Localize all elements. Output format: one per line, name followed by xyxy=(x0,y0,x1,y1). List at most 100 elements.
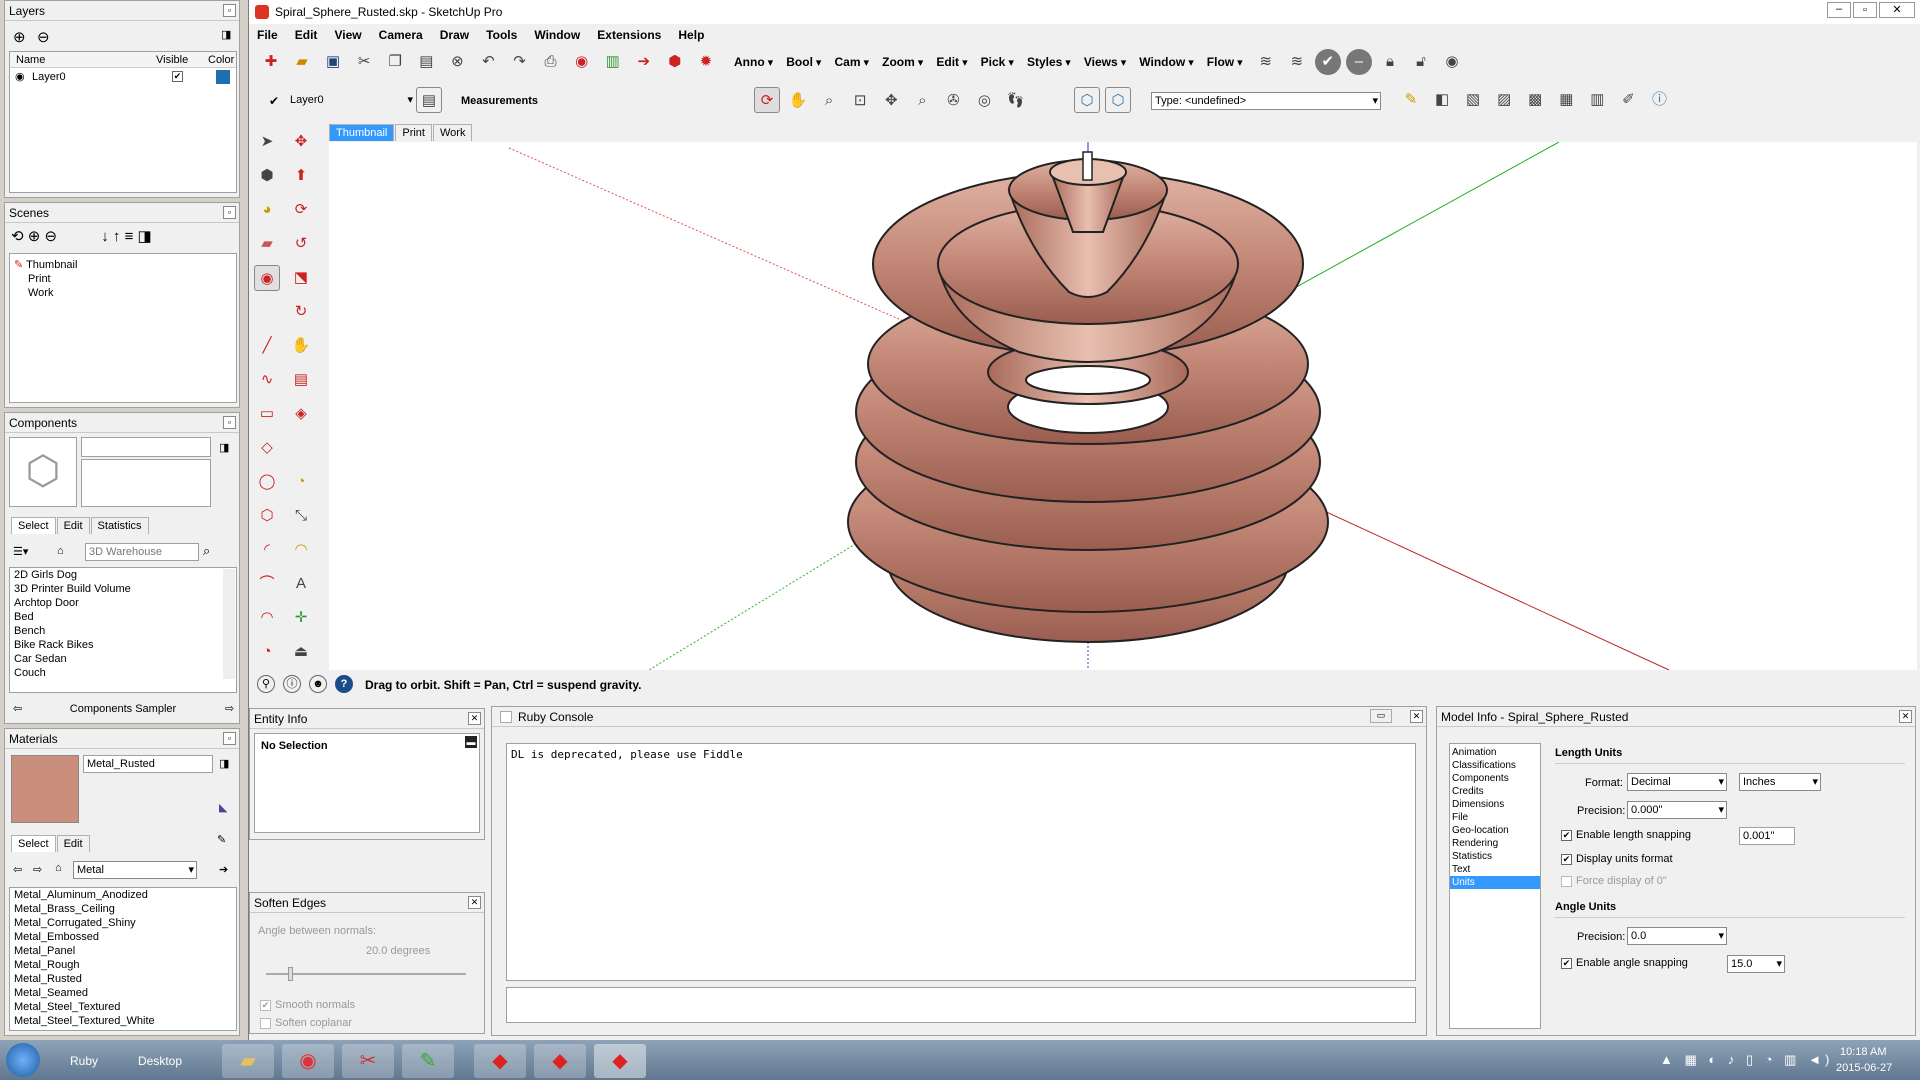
move-scene-up-icon[interactable]: ↑ xyxy=(113,228,121,245)
position-camera-icon[interactable]: ✇ xyxy=(940,88,966,114)
component-name-field[interactable] xyxy=(81,437,211,457)
scene-details-icon[interactable]: ◨ xyxy=(138,228,152,245)
xray-icon[interactable]: ◧ xyxy=(1429,87,1455,113)
tray-icons[interactable]: ▲ ▦ ◐ ♪ ▯ ◔ ▥ ◄) xyxy=(1660,1052,1833,1068)
extension-warehouse-icon[interactable]: ⬢ xyxy=(662,49,688,75)
force-zero-option[interactable]: Force display of 0" xyxy=(1561,875,1667,887)
layer-visible-checkbox[interactable]: ✔ xyxy=(172,71,183,82)
ruby-input[interactable] xyxy=(506,987,1416,1023)
edit-pencil-icon[interactable]: ✐ xyxy=(1615,87,1641,113)
maximize-button[interactable]: ▫ xyxy=(1853,2,1877,18)
length-snapping-checkbox[interactable]: ✔ xyxy=(1561,829,1572,841)
category-item[interactable]: Text xyxy=(1450,863,1540,876)
category-item[interactable]: Geo-location xyxy=(1450,824,1540,837)
select-arrow-icon[interactable]: ➤ xyxy=(254,129,280,155)
tab-statistics[interactable]: Statistics xyxy=(90,517,149,534)
collapse-icon[interactable]: ▬ xyxy=(465,736,477,748)
list-item[interactable]: Metal_Rough xyxy=(10,958,236,972)
components-scrollbar[interactable] xyxy=(223,569,235,679)
category-item[interactable]: Dimensions xyxy=(1450,798,1540,811)
layer-row[interactable]: ◉ Layer0 ✔ xyxy=(10,68,236,86)
list-item[interactable]: Metal_Aluminum_Anodized xyxy=(10,888,236,902)
close-button[interactable]: ✕ xyxy=(1879,2,1915,18)
scene-item[interactable]: ✎ Thumbnail xyxy=(10,258,236,272)
layer-color-swatch[interactable] xyxy=(216,70,230,84)
tab-select[interactable]: Select xyxy=(11,517,56,534)
tab-work[interactable]: Work xyxy=(432,124,473,141)
check-circle-icon[interactable]: ✔ xyxy=(1314,49,1341,75)
look-around-icon[interactable]: ◎ xyxy=(971,88,997,114)
format-select[interactable]: Decimal xyxy=(1627,773,1727,791)
col-visible[interactable]: Visible xyxy=(156,54,188,66)
undo-icon[interactable]: ↶ xyxy=(475,49,501,75)
unit-select[interactable]: Inches xyxy=(1739,773,1821,791)
home-icon[interactable]: ⌂ xyxy=(55,862,62,874)
active-layer-radio[interactable]: ◉ xyxy=(15,70,25,83)
col-name[interactable]: Name xyxy=(16,54,45,66)
menu-camera[interactable]: Camera xyxy=(379,28,423,42)
snipping-tool-icon[interactable]: ✂ xyxy=(342,1044,394,1078)
list-item[interactable]: Car Sedan xyxy=(10,652,236,666)
walk-icon[interactable]: 👣︎ xyxy=(1003,88,1029,114)
section-plane-icon[interactable]: ⏏ xyxy=(288,639,314,665)
scene-item[interactable]: Work xyxy=(10,286,236,300)
lock-icon[interactable]: 🔒︎ xyxy=(1377,49,1403,75)
menu-draw[interactable]: Draw xyxy=(440,28,469,42)
layer-details-icon[interactable]: ◨ xyxy=(221,28,231,41)
spiral-sphere-model[interactable] xyxy=(847,151,1329,643)
extension-manager-icon[interactable]: ✹ xyxy=(693,49,719,75)
soften-coplanar-checkbox[interactable] xyxy=(260,1017,271,1029)
persp-view-icon[interactable]: ⬡ xyxy=(1105,87,1132,113)
orbit-tool-icon[interactable]: ◉ xyxy=(254,265,280,291)
save-icon[interactable]: ▣ xyxy=(320,49,346,75)
list-item[interactable]: Metal_Embossed xyxy=(10,930,236,944)
materials-collapse-icon[interactable]: ▫ xyxy=(223,732,236,745)
list-item[interactable]: Metal_Panel xyxy=(10,944,236,958)
zoom-window-icon[interactable]: ⊡ xyxy=(847,88,873,114)
list-item[interactable]: Bed xyxy=(10,610,236,624)
monochrome-icon[interactable]: ▥ xyxy=(1584,87,1610,113)
component-details-icon[interactable]: ◨ xyxy=(219,441,229,454)
view-options-icon[interactable]: ☰▾ xyxy=(13,545,28,558)
components-collapse-icon[interactable]: ▫ xyxy=(223,416,236,429)
taskbar-desktop[interactable]: Desktop xyxy=(138,1054,182,1068)
category-item[interactable]: Credits xyxy=(1450,785,1540,798)
dropdown-styles[interactable]: Styles xyxy=(1027,55,1062,69)
create-material-icon[interactable]: ◨ xyxy=(219,757,229,770)
menu-file[interactable]: File xyxy=(257,28,278,42)
material-category-select[interactable]: Metal xyxy=(73,861,197,879)
component-description-field[interactable] xyxy=(81,459,211,507)
menu-help[interactable]: Help xyxy=(678,28,704,42)
scale-icon[interactable]: ⬔ xyxy=(288,265,314,291)
label-text-icon[interactable]: A xyxy=(288,571,314,597)
forward-arrow-icon[interactable]: ⇨ xyxy=(225,699,234,719)
orbit-icon[interactable]: ⟳ xyxy=(754,87,780,113)
list-item[interactable]: 3D Printer Build Volume xyxy=(10,582,236,596)
col-color[interactable]: Color xyxy=(208,54,234,66)
list-item[interactable]: Metal_Seamed xyxy=(10,986,236,1000)
two-point-arc-icon[interactable]: ⌒ xyxy=(254,571,280,597)
material-name-field[interactable]: Metal_Rusted xyxy=(83,755,213,773)
scenes-collapse-icon[interactable]: ▫ xyxy=(223,206,236,219)
pie-icon[interactable]: ◔ xyxy=(254,639,280,665)
menu-view[interactable]: View xyxy=(334,28,361,42)
soften-edges-close-icon[interactable]: ✕ xyxy=(468,896,481,909)
paste-icon[interactable]: ▤ xyxy=(413,49,439,75)
shaded-textures-icon[interactable]: ▦ xyxy=(1553,87,1579,113)
list-item[interactable]: Bike Rack Bikes xyxy=(10,638,236,652)
protractor-icon[interactable]: ◠ xyxy=(288,537,314,563)
shaded-icon[interactable]: ▩ xyxy=(1522,87,1548,113)
tab-edit[interactable]: Edit xyxy=(56,835,90,852)
menu-edit[interactable]: Edit xyxy=(295,28,318,42)
display-units-checkbox[interactable]: ✔ xyxy=(1561,853,1572,865)
dynamic-component-icon[interactable]: ✎ xyxy=(1398,87,1424,113)
user-icon[interactable]: ☻ xyxy=(309,675,327,693)
remove-layer-icon[interactable]: ⊖ xyxy=(37,28,50,46)
category-item[interactable]: Statistics xyxy=(1450,850,1540,863)
paint-bucket-icon[interactable]: ◕ xyxy=(254,197,280,223)
hand-icon[interactable]: ✋ xyxy=(288,333,314,359)
open-folder-icon[interactable]: ▰ xyxy=(289,49,315,75)
redo-icon[interactable]: ↷ xyxy=(507,49,533,75)
modeling-viewport[interactable] xyxy=(329,142,1917,670)
tape-measure-icon[interactable]: ◔ xyxy=(288,469,314,495)
